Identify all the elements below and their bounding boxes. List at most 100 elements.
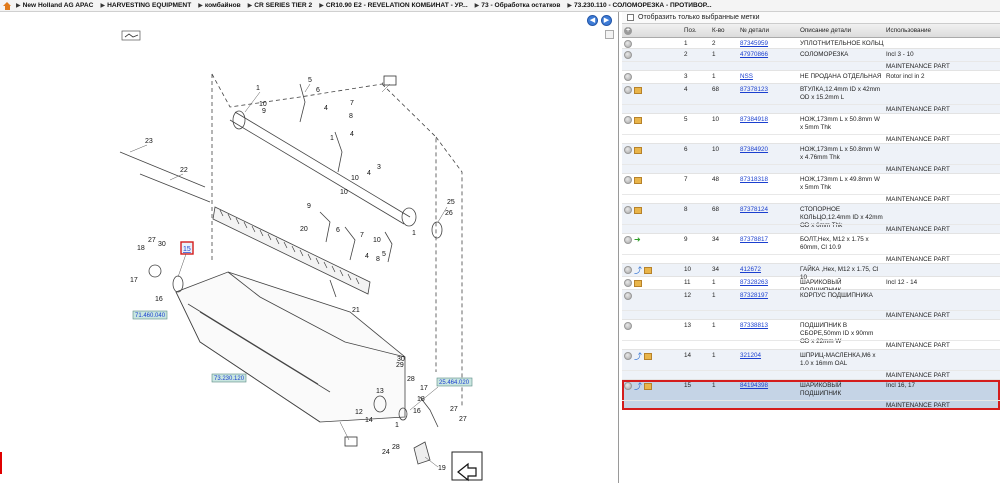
part-number-link[interactable]: 87378817 bbox=[740, 236, 768, 243]
expand-row-icon[interactable] bbox=[624, 146, 632, 154]
part-number-link[interactable]: 412672 bbox=[740, 266, 761, 273]
part-number-link[interactable]: 87384920 bbox=[740, 146, 768, 153]
part-number-link[interactable]: 87328197 bbox=[740, 292, 768, 299]
table-row[interactable]: 3 1 NSS НЕ ПРОДАНА ОТДЕЛЬНАЯ Rotor incl in 2 bbox=[622, 71, 1000, 84]
table-row[interactable]: 4 68 87378123 ВТУЛКА,12.4mm ID x 42mm OD x … bbox=[622, 84, 1000, 114]
table-row[interactable]: 14 1 321204 ШПРИЦ-МАСЛЕНКА,M6 x 1.0 x 16mm … bbox=[622, 350, 1000, 380]
row-usage: Incl 16, 17 bbox=[886, 382, 916, 389]
breadcrumb-label[interactable]: 73 - Обработка остатков bbox=[481, 2, 560, 9]
svg-text:22: 22 bbox=[180, 167, 188, 174]
diagram-scroll-control[interactable] bbox=[605, 30, 614, 39]
parts-diagram[interactable]: 1109 5678 441 3410 91020 6710 54 8 12526 … bbox=[0, 12, 619, 483]
table-row[interactable]: 2 1 47970866 СОЛОМОРЕЗКА Incl 3 - 10 MAINTENA… bbox=[622, 49, 1000, 71]
expand-all-button[interactable]: + bbox=[622, 26, 634, 35]
breadcrumb-item[interactable]: ▶ New Holland AG APAC bbox=[16, 2, 93, 9]
plus-icon[interactable]: + bbox=[624, 26, 632, 35]
package-icon[interactable] bbox=[634, 86, 642, 94]
breadcrumb-item[interactable]: ▶ HARVESTING EQUIPMENT bbox=[100, 2, 191, 9]
part-number-link[interactable]: 87338813 bbox=[740, 322, 768, 329]
expand-row-icon[interactable] bbox=[624, 382, 632, 390]
expand-row-icon[interactable] bbox=[624, 86, 632, 94]
table-row[interactable]: 9 34 87378817 БОЛТ,Hex, M12 x 1.75 x 60mm, … bbox=[622, 234, 1000, 264]
home-icon[interactable] bbox=[3, 1, 12, 10]
expand-row-icon[interactable] bbox=[624, 176, 632, 184]
show-selected-only-checkbox[interactable] bbox=[627, 14, 634, 21]
row-icons bbox=[624, 265, 668, 276]
linked-part-icon[interactable] bbox=[634, 265, 642, 276]
row-icons bbox=[624, 73, 668, 81]
forward-button[interactable]: ▶ bbox=[601, 15, 612, 26]
row-pos: 14 bbox=[684, 352, 692, 359]
table-row[interactable]: 5 10 87384918 НОЖ,173mm L x 50.8mm W x 5mm … bbox=[622, 114, 1000, 144]
row-icons bbox=[624, 86, 668, 94]
table-row[interactable]: 15 1 84194398 ШАРИКОВЫЙ ПОДШИПНИК Incl 16, 1… bbox=[622, 380, 1000, 410]
table-row[interactable]: 1034412672ГАЙКА ,Hex, M12 x 1.75, Cl 10 bbox=[622, 264, 1000, 281]
breadcrumb-label[interactable]: комбайнов bbox=[205, 2, 241, 9]
back-button[interactable]: ◀ bbox=[587, 15, 598, 26]
part-number-link[interactable]: 87384918 bbox=[740, 116, 768, 123]
breadcrumb-label[interactable]: CR10.90 E2 - REVELATION КОМБИНАТ - УР... bbox=[326, 2, 468, 9]
package-icon[interactable] bbox=[634, 206, 642, 214]
part-number-link[interactable]: 87345959 bbox=[740, 40, 768, 47]
part-number-link[interactable]: 87378124 bbox=[740, 206, 768, 213]
row-usage: Rotor incl in 2 bbox=[886, 73, 925, 80]
package-icon[interactable] bbox=[634, 176, 642, 184]
breadcrumb-item[interactable]: ▶ CR SERIES TIER 2 bbox=[248, 2, 313, 9]
part-number-link[interactable]: 84194398 bbox=[740, 382, 768, 389]
breadcrumb-label[interactable]: CR SERIES TIER 2 bbox=[254, 2, 312, 9]
table-row[interactable]: 1 2 87345959 УПЛОТНИТЕЛЬНОЕ КОЛЬЦ bbox=[622, 38, 1000, 49]
breadcrumb-label[interactable]: New Holland AG APAC bbox=[23, 2, 94, 9]
linked-part-icon[interactable] bbox=[634, 381, 642, 392]
expand-row-icon[interactable] bbox=[624, 266, 632, 274]
expand-row-icon[interactable] bbox=[624, 51, 632, 59]
expand-row-icon[interactable] bbox=[624, 40, 632, 48]
expand-row-icon[interactable] bbox=[624, 279, 632, 287]
breadcrumb-item[interactable]: ▶ комбайнов bbox=[198, 2, 240, 9]
header-pos[interactable]: Поз. bbox=[684, 27, 697, 34]
svg-text:19: 19 bbox=[438, 465, 446, 472]
package-icon[interactable] bbox=[634, 146, 642, 154]
table-row[interactable]: 11187328263ШАРИКОВЫЙ ПОДШИПНИКIncl 12 - … bbox=[622, 277, 1000, 294]
breadcrumb-item[interactable]: ▶ CR10.90 E2 - REVELATION КОМБИНАТ - УР..… bbox=[319, 2, 467, 9]
svg-text:5: 5 bbox=[382, 251, 386, 258]
breadcrumb-item[interactable]: ▶ 73.230.110 - СОЛОМОРЕЗКА - ПРОТИВОР... bbox=[567, 2, 711, 9]
expand-row-icon[interactable] bbox=[624, 73, 632, 81]
table-row[interactable]: 8 68 87378124 СТОПОРНОЕ КОЛЬЦО,12.4mm ID x … bbox=[622, 204, 1000, 234]
expand-row-icon[interactable] bbox=[624, 206, 632, 214]
expand-row-icon[interactable] bbox=[624, 116, 632, 124]
expand-row-icon[interactable] bbox=[624, 236, 632, 244]
expand-row-icon[interactable] bbox=[624, 322, 632, 330]
part-number-link[interactable]: 47970866 bbox=[740, 51, 768, 58]
expand-row-icon[interactable] bbox=[624, 352, 632, 360]
expand-row-icon[interactable] bbox=[624, 292, 632, 300]
table-row[interactable]: 13 1 87338813 ПОДШИПНИК В СБОРЕ,50mm ID x 9… bbox=[622, 320, 1000, 350]
row-icons bbox=[624, 40, 668, 48]
replacement-arrow-icon[interactable] bbox=[634, 235, 642, 244]
package-icon[interactable] bbox=[644, 352, 652, 360]
table-row[interactable]: 6 10 87384920 НОЖ,173mm L x 50.8mm W x 4.76… bbox=[622, 144, 1000, 174]
package-icon[interactable] bbox=[634, 116, 642, 124]
linked-part-icon[interactable] bbox=[634, 351, 642, 362]
part-number-link[interactable]: 87378123 bbox=[740, 86, 768, 93]
breadcrumb-item[interactable]: ▶ 73 - Обработка остатков bbox=[475, 2, 561, 9]
package-icon[interactable] bbox=[634, 279, 642, 287]
part-number-link[interactable]: 87318318 bbox=[740, 176, 768, 183]
svg-text:4: 4 bbox=[367, 170, 371, 177]
breadcrumb-label[interactable]: 73.230.110 - СОЛОМОРЕЗКА - ПРОТИВОР... bbox=[574, 2, 712, 9]
svg-text:18: 18 bbox=[417, 396, 425, 403]
header-usage[interactable]: Использование bbox=[886, 27, 996, 34]
part-number-link[interactable]: NSS bbox=[740, 73, 753, 80]
part-number-link[interactable]: 87328263 bbox=[740, 279, 768, 286]
package-icon[interactable] bbox=[644, 266, 652, 274]
svg-text:1: 1 bbox=[412, 230, 416, 237]
header-description[interactable]: Описание детали bbox=[800, 27, 884, 35]
package-icon[interactable] bbox=[644, 382, 652, 390]
header-part-number[interactable]: № детали bbox=[740, 27, 769, 34]
svg-text:17: 17 bbox=[420, 385, 428, 392]
table-row[interactable]: 7 48 87318318 НОЖ,173mm L x 49.8mm W x 5mm … bbox=[622, 174, 1000, 204]
breadcrumb-label[interactable]: HARVESTING EQUIPMENT bbox=[107, 2, 191, 9]
table-row[interactable]: 12 1 87328197 КОРПУС ПОДШИПНИКА MAINTENANCE … bbox=[622, 290, 1000, 320]
header-qty[interactable]: К-во bbox=[712, 27, 725, 34]
row-pos: 7 bbox=[684, 176, 688, 183]
part-number-link[interactable]: 321204 bbox=[740, 352, 761, 359]
